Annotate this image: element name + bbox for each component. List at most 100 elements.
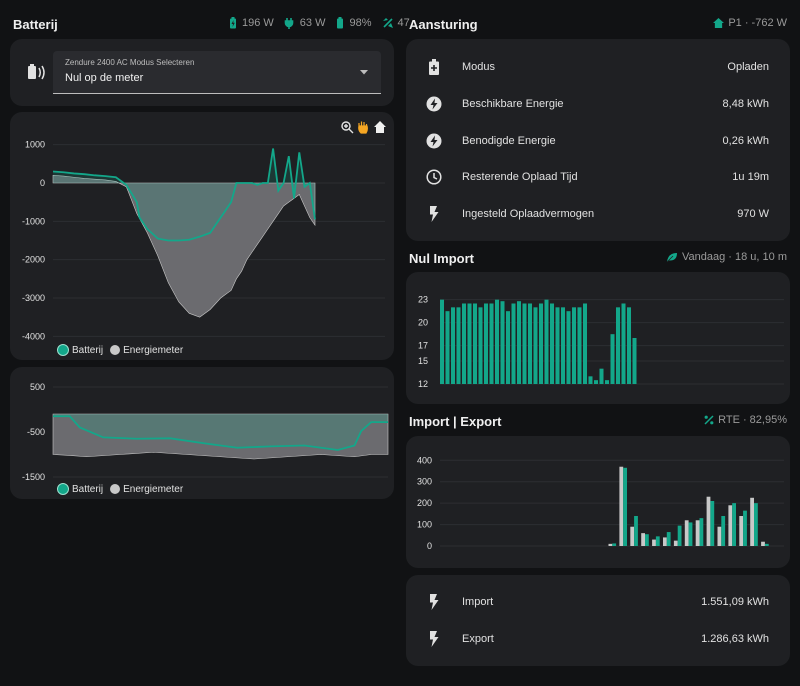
pan-hand-icon[interactable]	[358, 121, 368, 134]
nul-import-bar	[577, 307, 582, 384]
nul-import-bar	[478, 307, 483, 384]
flash-icon	[430, 594, 439, 610]
rte-status: RTE · 82,95%	[704, 414, 787, 426]
import-bar	[761, 541, 765, 546]
legend-label-energiemeter: Energiemeter	[123, 344, 184, 356]
row-label: Benodigde Energie	[462, 135, 556, 147]
home-reset-icon[interactable]	[374, 121, 386, 133]
chart2-legend: Batterij Energiemeter	[57, 483, 183, 495]
legend-label-batterij: Batterij	[72, 483, 104, 495]
y-tick-label: 100	[417, 520, 432, 530]
y-tick-label: -500	[27, 427, 45, 437]
row-resterende-oplaad-tijd[interactable]: Resterende Oplaad Tijd 1u 19m	[406, 159, 790, 195]
row-value: 1.286,63 kWh	[701, 633, 769, 645]
nul-import-bar	[616, 307, 620, 384]
legend-dot-energiemeter	[110, 484, 121, 494]
nul-import-bar	[517, 301, 521, 384]
row-label: Ingesteld Oplaadvermogen	[462, 208, 595, 220]
nul-import-bar	[445, 311, 450, 384]
legend-label-energiemeter: Energiemeter	[123, 483, 184, 495]
mode-select-label: Zendure 2400 AC Modus Selecteren	[65, 58, 195, 67]
chevron-down-icon	[360, 70, 368, 75]
y-tick-label: 1000	[25, 140, 45, 150]
export-bar	[655, 536, 660, 546]
import-bar	[695, 520, 700, 546]
y-tick-label: 0	[427, 541, 432, 551]
control-title: Aansturing	[409, 17, 478, 32]
plug-icon	[284, 18, 294, 29]
battery-level-value: 98%	[349, 17, 372, 29]
nul-import-bar	[572, 307, 576, 384]
export-bar	[721, 516, 726, 546]
nul-import-subtitle-text: Vandaag · 18 u, 10 m	[682, 251, 787, 263]
export-bar	[743, 510, 747, 546]
zoom-in-icon[interactable]	[341, 121, 354, 134]
rte-value: RTE · 82,95%	[718, 414, 787, 426]
export-bar	[688, 522, 693, 546]
nul-import-bar	[588, 376, 593, 384]
export-bar	[612, 543, 617, 546]
nul-import-title: Nul Import	[409, 251, 474, 266]
row-label: Import	[462, 596, 494, 608]
import-bar	[739, 516, 744, 546]
nul-import-bar	[484, 303, 488, 384]
row-import[interactable]: Import 1.551,09 kWh	[406, 584, 790, 620]
row-beschikbare-energie[interactable]: Beschikbare Energie 8,48 kWh	[406, 86, 790, 122]
row-value: 970 W	[737, 208, 769, 220]
home-icon	[713, 18, 725, 28]
y-tick-label: 12	[418, 379, 428, 389]
row-label: Export	[462, 633, 494, 645]
p1-value: P1 · -762 W	[728, 17, 787, 29]
flash-circle-icon	[426, 133, 442, 149]
battery-charging-icon	[230, 17, 236, 29]
row-export[interactable]: Export 1.286,63 kWh	[406, 621, 790, 657]
import-bar	[619, 466, 624, 546]
plug-power-value: 63 W	[299, 17, 326, 29]
import-bar	[641, 533, 645, 546]
y-tick-label: 300	[417, 477, 432, 487]
nul-import-bar	[621, 303, 626, 384]
battery-plus-icon	[429, 59, 439, 75]
nul-import-bar	[599, 368, 604, 384]
nul-import-subtitle: Vandaag · 18 u, 10 m	[666, 251, 787, 263]
battery-history-chart: 1000 0 -1000 -2000 -3000 -4000	[22, 121, 386, 341]
battery-power-chart: 500 -500 -1500	[22, 382, 389, 482]
export-bar	[634, 516, 638, 546]
legend-dot-energiemeter	[110, 345, 121, 355]
mode-select[interactable]: Zendure 2400 AC Modus Selecteren Nul op …	[53, 51, 381, 94]
y-tick-label: 400	[417, 455, 432, 465]
import-bar	[750, 497, 754, 546]
row-modus[interactable]: Modus Opladen	[406, 49, 790, 85]
import-bar	[663, 537, 667, 546]
nul-import-bar	[500, 301, 505, 384]
export-bar	[645, 534, 649, 546]
battery-power-value: 196 W	[242, 17, 274, 29]
nul-import-bar	[561, 307, 565, 384]
legend-dot-batterij	[57, 483, 69, 495]
import-bar	[630, 526, 635, 546]
battery-power-card: 500 -500 -1500 Batterij Energiemeter	[10, 367, 394, 499]
battery-level-icon	[337, 17, 344, 29]
nul-import-bar	[550, 303, 554, 384]
row-benodigde-energie[interactable]: Benodigde Energie 0,26 kWh	[406, 123, 790, 159]
control-card: Modus Opladen Beschikbare Energie 8,48 k…	[406, 39, 790, 241]
clock-icon	[426, 169, 442, 185]
export-bar	[623, 467, 627, 546]
import-bar	[684, 520, 689, 546]
nul-import-bar	[627, 307, 631, 384]
flash-icon	[430, 631, 439, 647]
nul-import-bar	[440, 299, 444, 384]
y-tick-label: 200	[417, 498, 432, 508]
import-bar	[608, 543, 613, 546]
import-bar	[652, 539, 656, 546]
y-tick-label: 0	[40, 178, 45, 188]
row-ingesteld-oplaadvermogen[interactable]: Ingesteld Oplaadvermogen 970 W	[406, 196, 790, 232]
export-bar	[732, 503, 736, 546]
import-export-totals-card: Import 1.551,09 kWh Export 1.286,63 kWh	[406, 575, 790, 666]
export-bar	[677, 525, 682, 546]
nul-import-bar	[632, 338, 637, 384]
nul-import-bar	[462, 303, 466, 384]
y-tick-label: 20	[418, 318, 428, 328]
y-tick-label: 500	[30, 382, 45, 392]
export-bar	[754, 503, 758, 546]
